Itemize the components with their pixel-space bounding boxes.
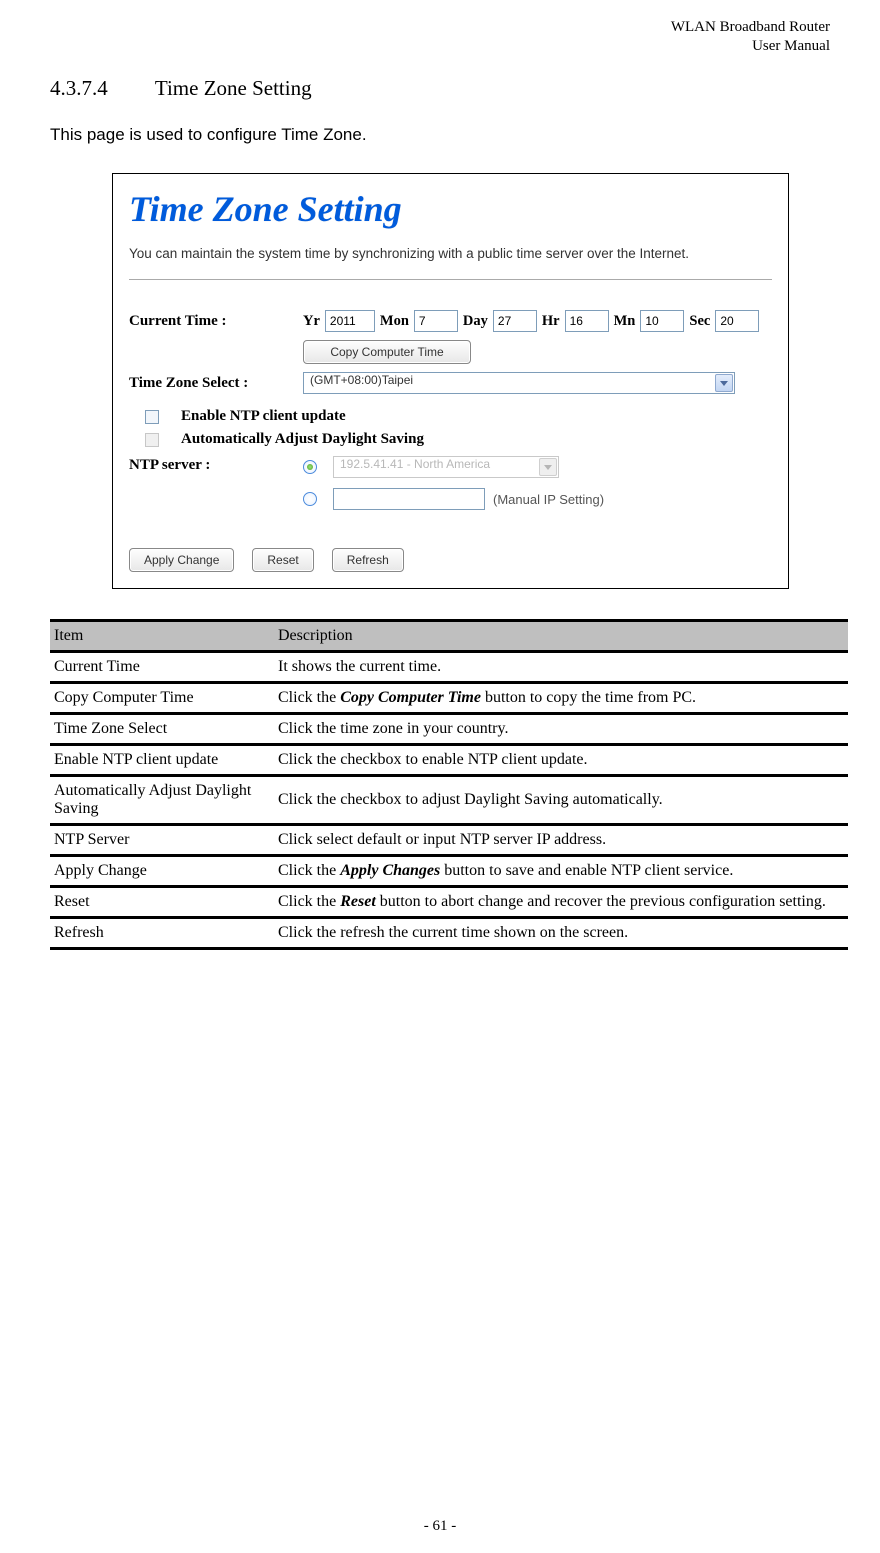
page-number: - 61 -	[0, 1518, 880, 1535]
table-row: NTP ServerClick select default or input …	[50, 826, 848, 857]
running-header: WLAN Broadband Router User Manual	[50, 18, 830, 56]
refresh-button[interactable]: Refresh	[332, 548, 404, 572]
action-bar: Apply Change Reset Refresh	[129, 548, 772, 572]
item-cell: Apply Change	[50, 857, 274, 888]
timezone-row: Time Zone Select : (GMT+08:00)Taipei	[129, 372, 772, 394]
yr-label: Yr	[303, 313, 320, 329]
ntp-manual-input[interactable]	[333, 488, 485, 510]
table-row: Enable NTP client updateClick the checkb…	[50, 746, 848, 777]
enable-ntp-label: Enable NTP client update	[181, 408, 346, 425]
minute-input[interactable]	[640, 310, 684, 332]
ntp-server-row: NTP server : 192.5.41.41 - North America…	[129, 454, 772, 520]
table-row: ResetClick the Reset button to abort cha…	[50, 888, 848, 919]
table-row: Current TimeIt shows the current time.	[50, 653, 848, 684]
ntp-server-select[interactable]: 192.5.41.41 - North America	[333, 456, 559, 478]
settings-panel: Time Zone Setting You can maintain the s…	[112, 173, 789, 589]
reset-button[interactable]: Reset	[252, 548, 313, 572]
enable-ntp-checkbox[interactable]	[145, 410, 159, 424]
mon-label: Mon	[380, 313, 409, 329]
day-label: Day	[463, 313, 488, 329]
item-cell: Automatically Adjust Daylight Saving	[50, 777, 274, 826]
description-tbody: Current TimeIt shows the current time.Co…	[50, 653, 848, 947]
apply-change-button[interactable]: Apply Change	[129, 548, 234, 572]
current-time-label: Current Time :	[129, 310, 303, 330]
desc-cell: Click the time zone in your country.	[274, 715, 848, 746]
auto-dst-row: Automatically Adjust Daylight Saving	[145, 431, 772, 448]
item-cell: Enable NTP client update	[50, 746, 274, 777]
desc-cell: Click the Reset button to abort change a…	[274, 888, 848, 919]
month-input[interactable]	[414, 310, 458, 332]
auto-dst-checkbox[interactable]	[145, 433, 159, 447]
tz-select-label: Time Zone Select :	[129, 372, 303, 392]
mn-label: Mn	[614, 313, 636, 329]
divider	[129, 279, 772, 280]
table-row: RefreshClick the refresh the current tim…	[50, 919, 848, 947]
ntp-server-label: NTP server :	[129, 454, 303, 474]
desc-cell: Click the checkbox to adjust Daylight Sa…	[274, 777, 848, 826]
hour-input[interactable]	[565, 310, 609, 332]
chevron-down-icon	[715, 374, 733, 392]
intro-text: This page is used to configure Time Zone…	[50, 125, 830, 145]
th-item: Item	[50, 622, 274, 653]
ntp-dropdown-radio[interactable]	[303, 460, 317, 474]
desc-cell: Click the Copy Computer Time button to c…	[274, 684, 848, 715]
hr-label: Hr	[542, 313, 560, 329]
item-cell: Copy Computer Time	[50, 684, 274, 715]
item-cell: Refresh	[50, 919, 274, 947]
table-row: Automatically Adjust Daylight SavingClic…	[50, 777, 848, 826]
item-cell: Current Time	[50, 653, 274, 684]
desc-cell: It shows the current time.	[274, 653, 848, 684]
ntp-dropdown-line: 192.5.41.41 - North America	[303, 456, 772, 478]
item-cell: Reset	[50, 888, 274, 919]
chevron-down-icon	[539, 458, 557, 476]
auto-dst-label: Automatically Adjust Daylight Saving	[181, 431, 424, 448]
section-number: 4.3.7.4	[50, 76, 150, 101]
second-input[interactable]	[715, 310, 759, 332]
description-table: Item Description Current TimeIt shows th…	[50, 619, 848, 950]
panel-title: Time Zone Setting	[129, 188, 772, 230]
desc-cell: Click the Apply Changes button to save a…	[274, 857, 848, 888]
sec-label: Sec	[689, 313, 710, 329]
ntp-manual-radio[interactable]	[303, 492, 317, 506]
enable-ntp-row: Enable NTP client update	[145, 408, 772, 425]
day-input[interactable]	[493, 310, 537, 332]
table-row: Apply ChangeClick the Apply Changes butt…	[50, 857, 848, 888]
section-heading: 4.3.7.4 Time Zone Setting	[50, 76, 830, 101]
manual-ip-label: (Manual IP Setting)	[493, 492, 604, 507]
table-row: Time Zone SelectClick the time zone in y…	[50, 715, 848, 746]
table-row: Copy Computer TimeClick the Copy Compute…	[50, 684, 848, 715]
panel-subtitle: You can maintain the system time by sync…	[129, 246, 772, 261]
section-title: Time Zone Setting	[155, 76, 312, 100]
item-cell: NTP Server	[50, 826, 274, 857]
year-input[interactable]	[325, 310, 375, 332]
desc-cell: Click select default or input NTP server…	[274, 826, 848, 857]
timezone-select[interactable]: (GMT+08:00)Taipei	[303, 372, 735, 394]
th-desc: Description	[274, 622, 848, 653]
current-time-row: Current Time : Yr Mon Day Hr Mn Sec Copy…	[129, 310, 772, 364]
desc-cell: Click the refresh the current time shown…	[274, 919, 848, 947]
copy-computer-time-button[interactable]: Copy Computer Time	[303, 340, 471, 364]
header-line-2: User Manual	[50, 37, 830, 56]
ntp-manual-line: (Manual IP Setting)	[303, 488, 772, 510]
item-cell: Time Zone Select	[50, 715, 274, 746]
desc-cell: Click the checkbox to enable NTP client …	[274, 746, 848, 777]
timezone-selected-value: (GMT+08:00)Taipei	[310, 373, 413, 387]
ntp-server-selected: 192.5.41.41 - North America	[340, 457, 490, 471]
header-line-1: WLAN Broadband Router	[50, 18, 830, 37]
